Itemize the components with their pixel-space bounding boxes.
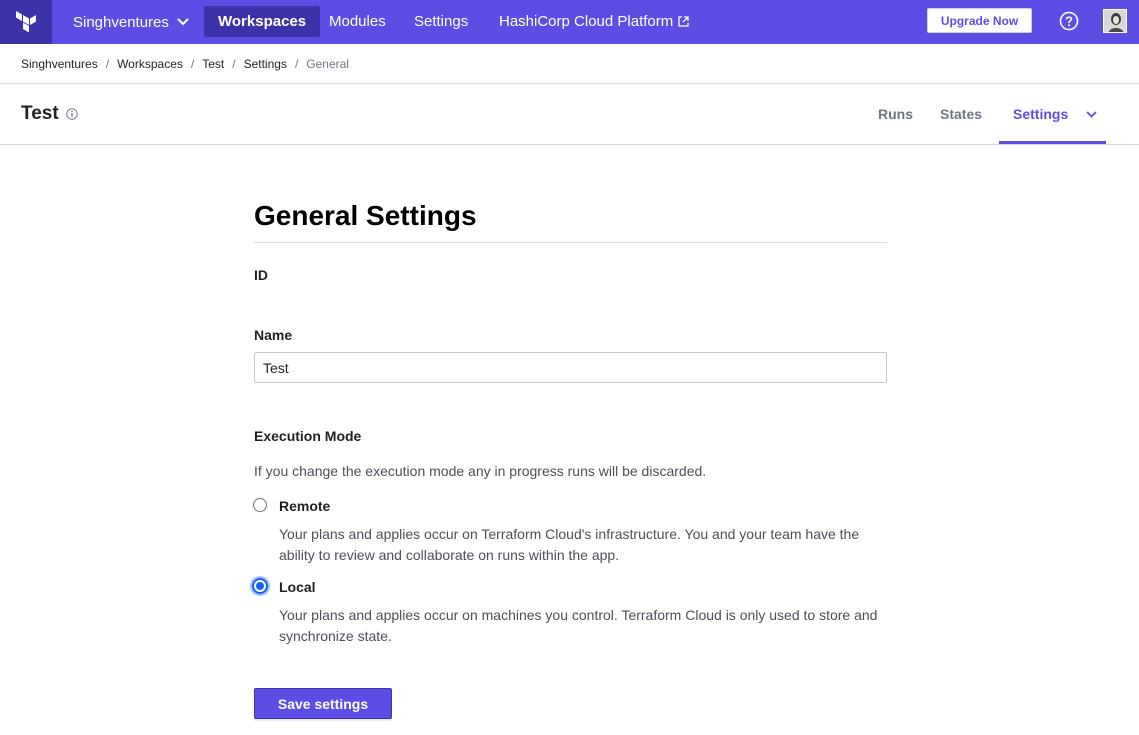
name-input[interactable] bbox=[254, 352, 887, 383]
breadcrumb: Singhventures / Workspaces / Test / Sett… bbox=[21, 44, 349, 83]
divider bbox=[0, 144, 1139, 145]
breadcrumb-workspace[interactable]: Test bbox=[202, 57, 224, 71]
nav-workspaces[interactable]: Workspaces bbox=[204, 6, 321, 37]
help-circle-icon[interactable] bbox=[1059, 11, 1079, 31]
external-link-icon bbox=[678, 16, 689, 27]
remote-option-description: Your plans and applies occur on Terrafor… bbox=[279, 526, 860, 563]
breadcrumb-separator: / bbox=[190, 56, 195, 71]
local-option-description: Your plans and applies occur on machines… bbox=[279, 607, 878, 644]
remote-option-label[interactable]: Remote bbox=[279, 498, 330, 514]
nav-modules-label: Modules bbox=[329, 13, 386, 30]
tab-runs-label: Runs bbox=[878, 106, 913, 122]
id-label: ID bbox=[254, 267, 268, 283]
terraform-logo-icon[interactable] bbox=[0, 0, 52, 44]
nav-settings[interactable]: Settings bbox=[400, 6, 482, 37]
page-title: General Settings bbox=[254, 200, 477, 231]
name-label: Name bbox=[254, 327, 293, 343]
workspace-title: Test bbox=[21, 103, 59, 124]
org-name: Singhventures bbox=[73, 13, 169, 31]
execution-mode-help: If you change the execution mode any in … bbox=[254, 463, 707, 479]
chevron-down-icon bbox=[1086, 110, 1097, 118]
breadcrumb-current: General bbox=[306, 56, 349, 71]
tab-runs[interactable]: Runs bbox=[878, 84, 913, 144]
upgrade-now-button[interactable]: Upgrade Now bbox=[927, 8, 1032, 33]
local-radio[interactable] bbox=[252, 578, 268, 594]
execution-mode-label: Execution Mode bbox=[254, 428, 362, 444]
org-switcher[interactable]: Singhventures bbox=[73, 0, 189, 44]
nav-modules[interactable]: Modules bbox=[315, 6, 400, 37]
breadcrumb-workspaces[interactable]: Workspaces bbox=[117, 57, 183, 71]
tab-states[interactable]: States bbox=[940, 84, 982, 144]
save-settings-button[interactable]: Save settings bbox=[254, 688, 392, 719]
breadcrumb-org[interactable]: Singhventures bbox=[21, 57, 98, 71]
remote-radio[interactable] bbox=[253, 498, 267, 512]
tab-settings-label: Settings bbox=[1013, 106, 1069, 122]
divider bbox=[254, 242, 887, 243]
local-option-label[interactable]: Local bbox=[279, 579, 316, 595]
chevron-down-icon bbox=[177, 18, 189, 26]
nav-hcp[interactable]: HashiCorp Cloud Platform bbox=[485, 6, 703, 37]
nav-settings-label: Settings bbox=[414, 13, 469, 30]
breadcrumb-separator: / bbox=[105, 56, 110, 71]
tab-states-label: States bbox=[940, 106, 983, 122]
top-navigation-bar: Singhventures Workspaces Modules Setting… bbox=[0, 0, 1139, 44]
tab-settings[interactable]: Settings bbox=[1013, 84, 1097, 144]
user-avatar[interactable] bbox=[1103, 9, 1127, 33]
breadcrumb-settings[interactable]: Settings bbox=[244, 57, 287, 71]
breadcrumb-separator: / bbox=[232, 56, 236, 71]
info-icon[interactable] bbox=[66, 108, 78, 120]
breadcrumb-separator: / bbox=[294, 56, 299, 71]
nav-workspaces-label: Workspaces bbox=[218, 13, 307, 30]
nav-hcp-label: HashiCorp Cloud Platform bbox=[499, 13, 674, 30]
